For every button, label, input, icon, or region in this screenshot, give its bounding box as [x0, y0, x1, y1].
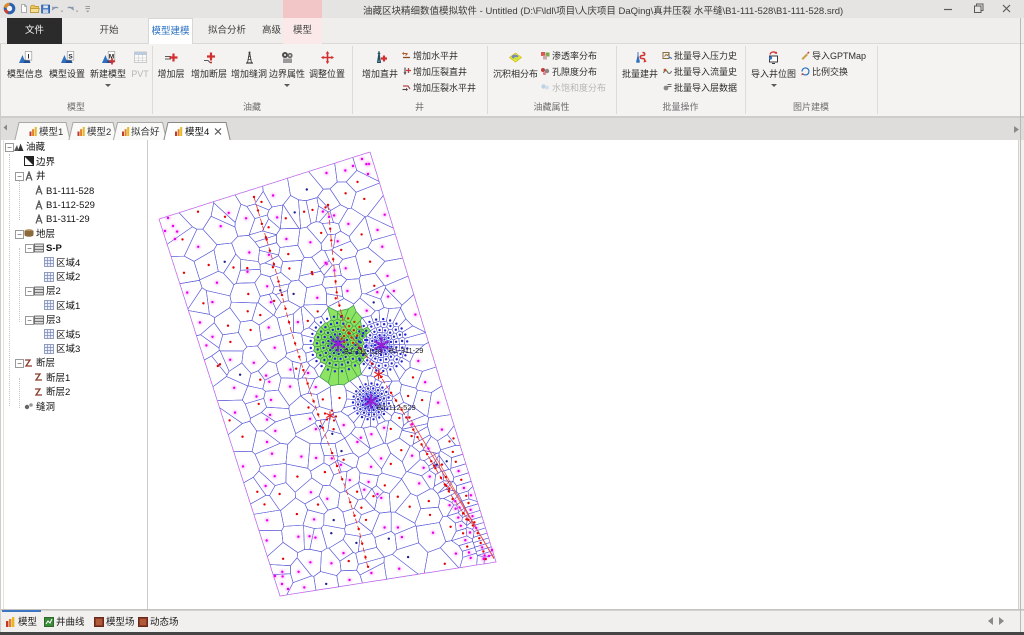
svg-text:B1-311-29: B1-311-29	[389, 346, 423, 355]
svg-text:I: I	[27, 53, 29, 60]
svg-text:B1-112-529: B1-112-529	[377, 403, 416, 412]
svg-text:模型1: 模型1	[39, 126, 63, 138]
svg-text:S: S	[68, 53, 73, 60]
svg-text:模型2: 模型2	[87, 126, 111, 138]
svg-text:模型4: 模型4	[185, 126, 209, 138]
svg-text:B1-111-528: B1-111-528	[344, 347, 382, 356]
svg-text:拟合好: 拟合好	[131, 126, 160, 138]
